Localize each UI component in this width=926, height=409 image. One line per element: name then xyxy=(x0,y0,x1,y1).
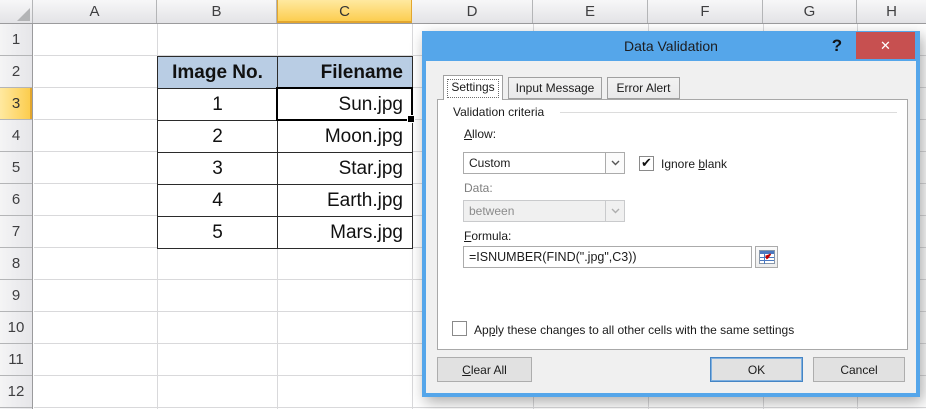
cell-B7[interactable]: 5 xyxy=(158,217,278,249)
select-all-triangle-icon xyxy=(17,8,30,21)
chevron-down-icon xyxy=(605,201,624,221)
col-header-G[interactable]: G xyxy=(763,0,857,23)
col-header-B[interactable]: B xyxy=(157,0,277,23)
row-header-4[interactable]: 4 xyxy=(0,120,32,152)
row-header-10[interactable]: 10 xyxy=(0,312,32,344)
ignore-blank-label[interactable]: Ignore blank xyxy=(661,157,727,171)
apply-changes-checkbox[interactable] xyxy=(452,321,467,336)
cancel-button[interactable]: Cancel xyxy=(813,357,905,382)
cell-B5[interactable]: 3 xyxy=(158,153,278,185)
cell-C6[interactable]: Earth.jpg xyxy=(278,185,413,217)
tab-settings-label: Settings xyxy=(451,80,494,94)
row-header-column: 1 2 3 4 5 6 7 8 9 10 11 12 xyxy=(0,24,33,409)
clear-all-button[interactable]: Clear All xyxy=(437,357,532,382)
column-header-row: A B C D E F G H xyxy=(0,0,926,24)
cell-C5[interactable]: Star.jpg xyxy=(278,153,413,185)
select-all-corner[interactable] xyxy=(0,0,33,23)
formula-input[interactable]: =ISNUMBER(FIND(".jpg",C3)) xyxy=(463,246,752,268)
ok-button[interactable]: OK xyxy=(710,357,803,382)
col-header-C-selected[interactable]: C xyxy=(277,0,412,23)
data-dropdown-disabled: between xyxy=(463,200,625,222)
table-header-image-no[interactable]: Image No. xyxy=(158,57,278,89)
chevron-down-icon[interactable] xyxy=(605,153,624,173)
row-header-9[interactable]: 9 xyxy=(0,280,32,312)
data-label: Data: xyxy=(464,181,493,195)
col-header-D[interactable]: D xyxy=(412,0,533,23)
row-header-8[interactable]: 8 xyxy=(0,248,32,280)
cell-C3[interactable]: Sun.jpg xyxy=(278,89,413,121)
tab-settings[interactable]: Settings xyxy=(443,75,503,100)
cell-B6[interactable]: 4 xyxy=(158,185,278,217)
row-header-6[interactable]: 6 xyxy=(0,184,32,216)
col-header-H[interactable]: H xyxy=(857,0,926,23)
cell-C7[interactable]: Mars.jpg xyxy=(278,217,413,249)
ignore-blank-checkbox[interactable]: ✔ xyxy=(639,156,654,171)
group-divider xyxy=(560,112,897,113)
data-validation-dialog: Data Validation ? ✕ Settings Input Messa… xyxy=(422,31,920,397)
col-header-F[interactable]: F xyxy=(648,0,763,23)
excel-window: A B C D E F G H 1 2 3 4 5 6 7 8 9 10 11 … xyxy=(0,0,926,409)
collapse-dialog-range-button[interactable] xyxy=(755,246,778,268)
apply-changes-label[interactable]: Apply these changes to all other cells w… xyxy=(474,323,794,337)
checkmark-icon: ✔ xyxy=(641,155,652,170)
cell-B4[interactable]: 2 xyxy=(158,121,278,153)
row-header-11[interactable]: 11 xyxy=(0,344,32,376)
allow-label: Allow: xyxy=(464,127,496,141)
settings-tab-page: Validation criteria Allow: Custom ✔ Igno… xyxy=(437,99,908,350)
help-icon[interactable]: ? xyxy=(826,34,848,58)
table-header-filename[interactable]: Filename xyxy=(278,57,413,89)
cell-C4[interactable]: Moon.jpg xyxy=(278,121,413,153)
tab-error-alert[interactable]: Error Alert xyxy=(607,77,680,99)
formula-label: Formula: xyxy=(464,229,511,243)
allow-dropdown-value: Custom xyxy=(464,156,605,170)
close-icon: ✕ xyxy=(880,38,891,54)
tab-input-message[interactable]: Input Message xyxy=(508,77,602,99)
row-header-3-selected[interactable]: 3 xyxy=(0,88,32,120)
col-header-A[interactable]: A xyxy=(33,0,157,23)
col-header-E[interactable]: E xyxy=(533,0,648,23)
range-selector-icon xyxy=(759,250,775,264)
row-header-2[interactable]: 2 xyxy=(0,56,32,88)
cell-B3[interactable]: 1 xyxy=(158,89,278,121)
allow-dropdown[interactable]: Custom xyxy=(463,152,625,174)
validation-criteria-group-label: Validation criteria xyxy=(453,105,544,119)
row-header-7[interactable]: 7 xyxy=(0,216,32,248)
row-header-1[interactable]: 1 xyxy=(0,24,32,56)
data-dropdown-value: between xyxy=(464,204,605,218)
row-header-5[interactable]: 5 xyxy=(0,152,32,184)
image-filename-table: Image No. Filename 1 Sun.jpg 2 Moon.jpg … xyxy=(157,56,413,249)
close-button[interactable]: ✕ xyxy=(856,32,915,59)
row-header-12[interactable]: 12 xyxy=(0,376,32,408)
